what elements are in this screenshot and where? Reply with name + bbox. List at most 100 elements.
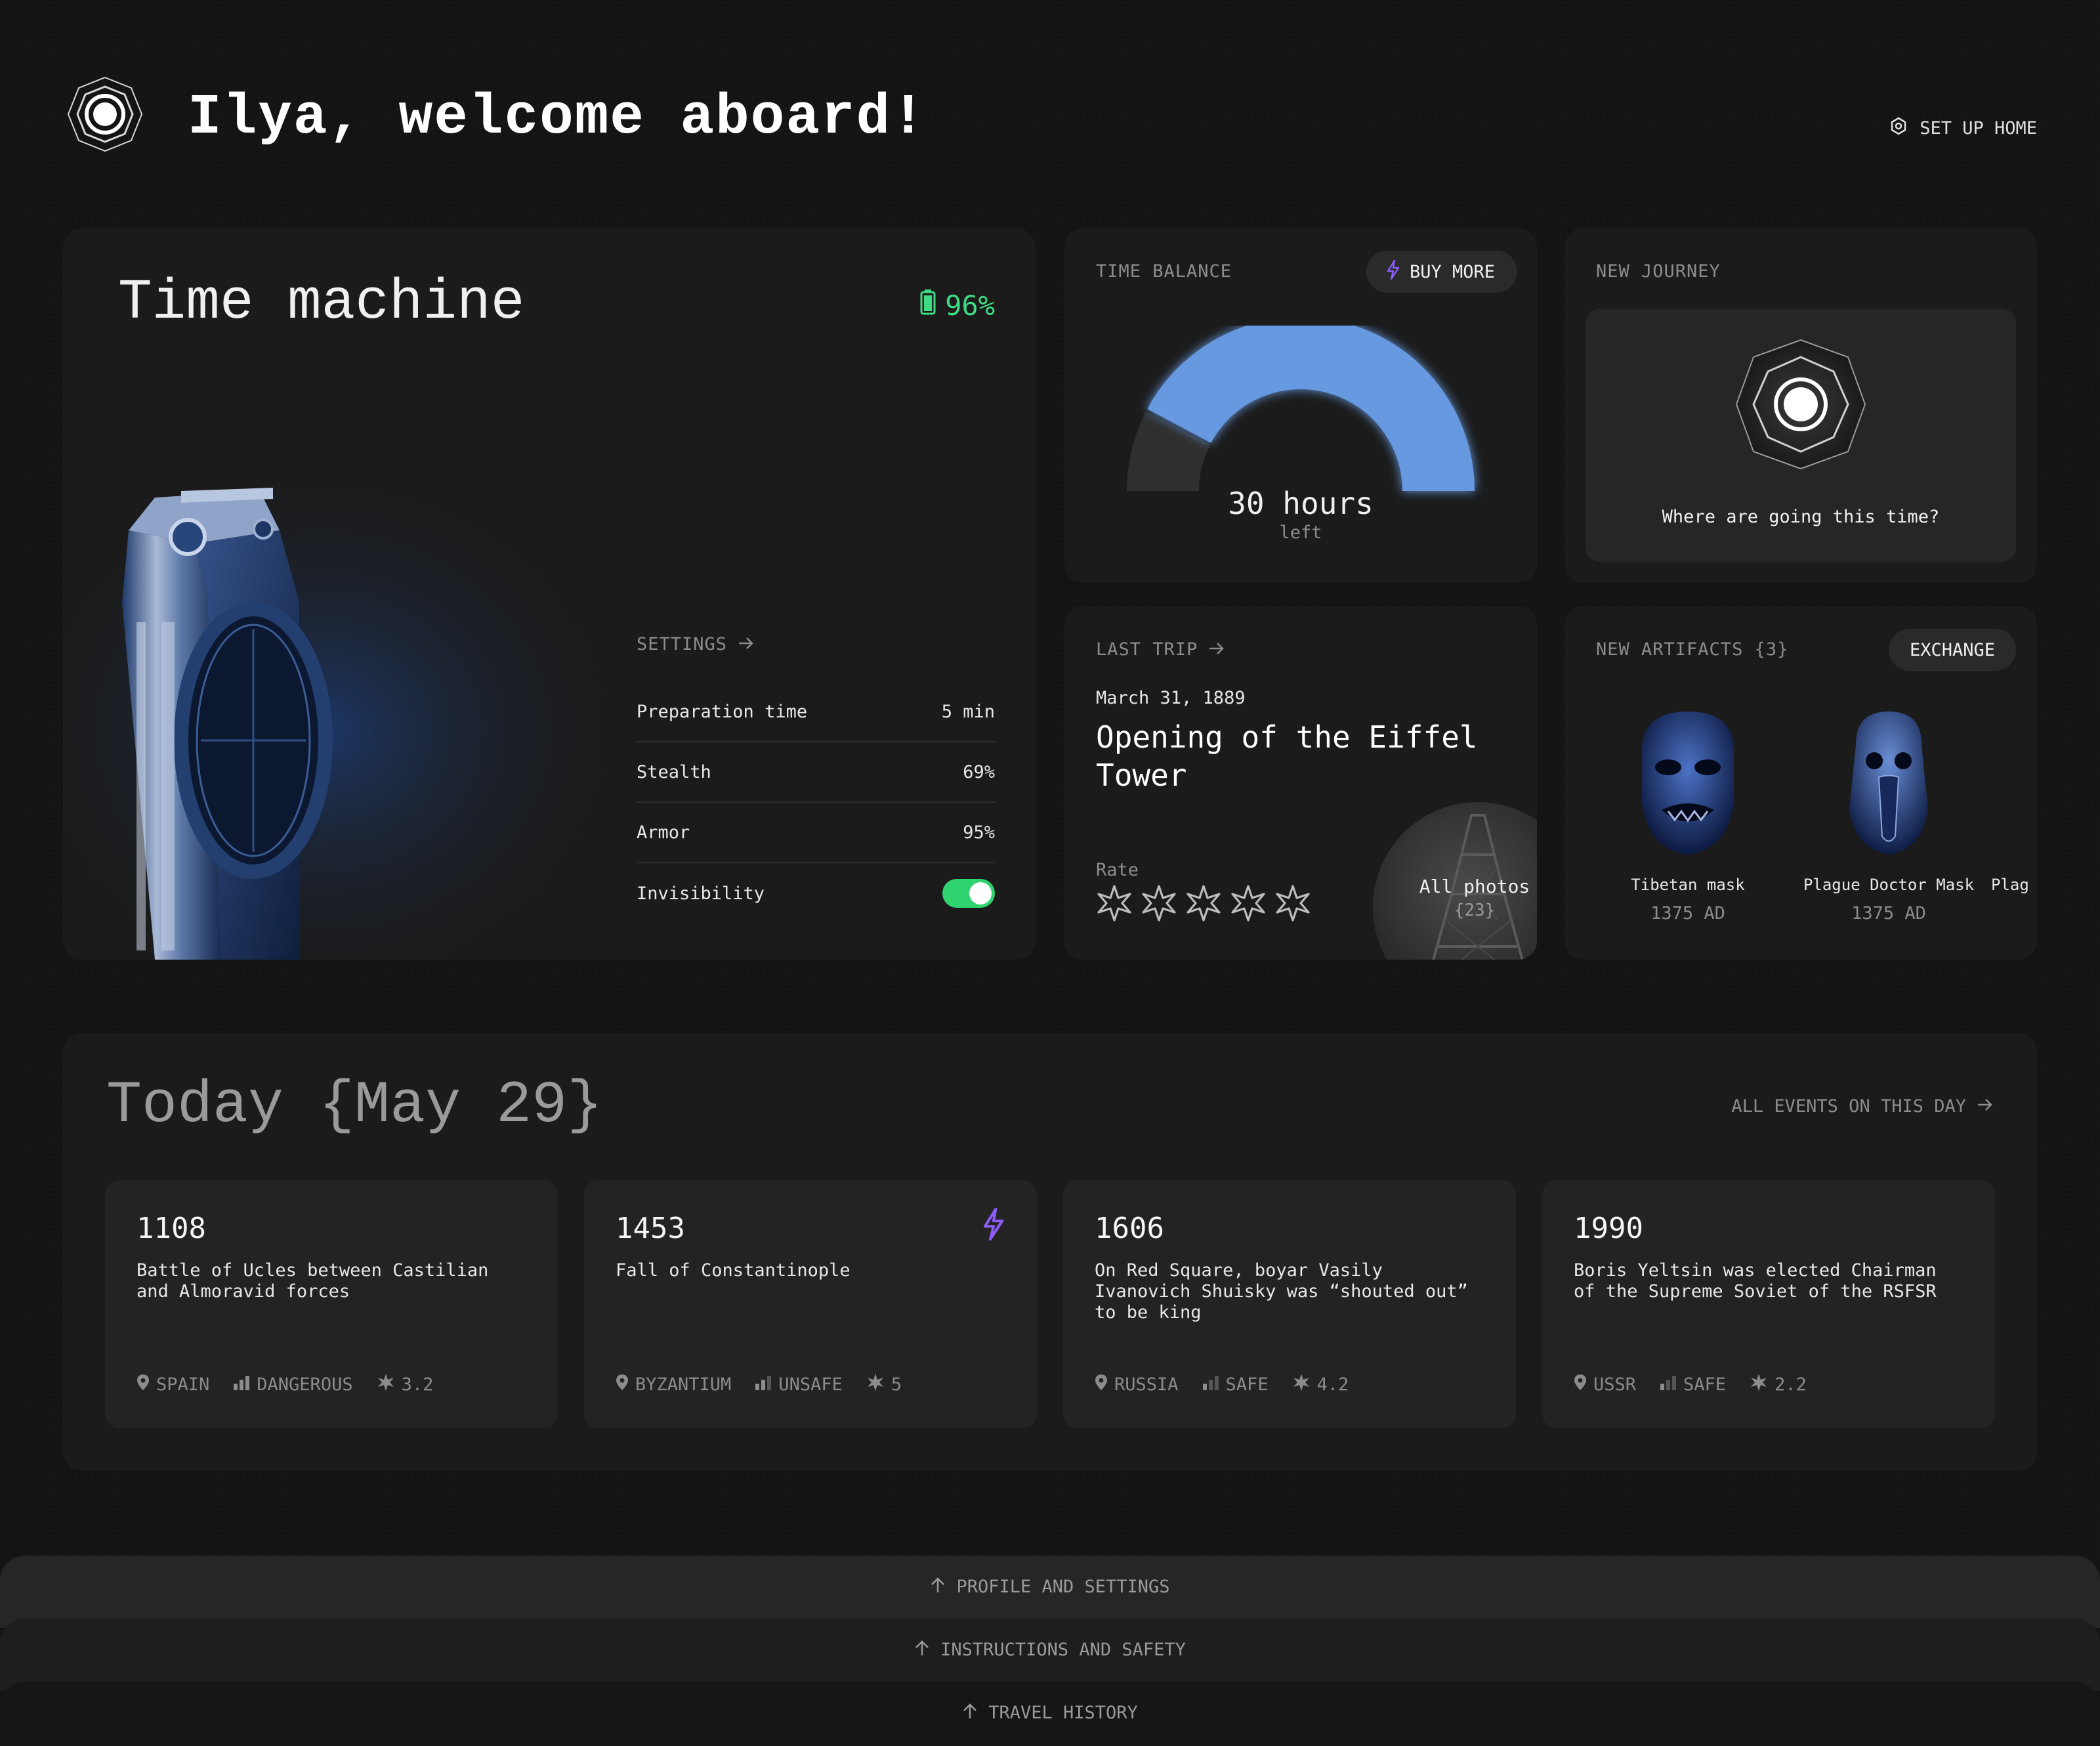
photo-count: {23}: [1454, 901, 1496, 920]
star-icon: [377, 1373, 395, 1396]
settings-link[interactable]: SETTINGS: [637, 634, 995, 654]
rate-star-icon[interactable]: [1096, 885, 1133, 924]
artifact-item-partial[interactable]: Plag: [1991, 712, 2037, 894]
event-year: 1990: [1574, 1212, 1643, 1245]
event-danger: SAFE: [1683, 1374, 1727, 1395]
last-trip-link[interactable]: LAST TRIP: [1096, 639, 1225, 660]
drawer-label: TRAVEL HISTORY: [988, 1703, 1138, 1723]
trip-date: March 31, 1889: [1096, 688, 1246, 708]
event-meta: USSR SAFE 2.2: [1574, 1373, 1807, 1396]
settings-panel: SETTINGS Preparation time 5 min Stealth …: [637, 634, 995, 924]
event-card[interactable]: 1108 Battle of Ucles between Castilian a…: [105, 1180, 558, 1428]
artifact-item[interactable]: Plague Doctor Mask 1375 AD: [1790, 712, 1987, 924]
artifact-name: Plag: [1991, 876, 2029, 894]
setting-value: 95%: [963, 822, 995, 843]
event-description: Boris Yeltsin was elected Chairman of th…: [1574, 1260, 1937, 1302]
journey-prompt: Where are going this time?: [1662, 507, 1940, 527]
event-rating: 2.2: [1774, 1374, 1807, 1395]
setting-row-armor: Armor 95%: [637, 803, 995, 863]
event-card[interactable]: 1453 Fall of Constantinople BYZANTIUM UN…: [584, 1180, 1037, 1428]
event-rating: 4.2: [1316, 1374, 1349, 1395]
event-place: USSR: [1593, 1374, 1637, 1395]
event-meta: SPAIN DANGEROUS 3.2: [136, 1373, 433, 1396]
all-events-label: ALL EVENTS ON THIS DAY: [1731, 1096, 1966, 1117]
location-pin-icon: [136, 1374, 150, 1395]
all-events-link[interactable]: ALL EVENTS ON THIS DAY: [1731, 1096, 1994, 1117]
buy-more-label: BUY MORE: [1409, 261, 1495, 282]
event-meta: RUSSIA SAFE 4.2: [1095, 1373, 1349, 1396]
event-danger: SAFE: [1225, 1374, 1269, 1395]
event-description: Fall of Constantinople: [616, 1260, 850, 1281]
app-logo: [66, 75, 144, 154]
battery-icon: [920, 289, 936, 322]
rate-star-icon[interactable]: [1185, 885, 1222, 924]
setting-label: Stealth: [637, 761, 711, 782]
trip-title: Opening of the Eiffel Tower: [1096, 719, 1478, 793]
time-machine-card: Time machine 96% SETTINGS Preparation ti…: [63, 228, 1036, 960]
buy-more-button[interactable]: BUY MORE: [1366, 251, 1517, 293]
welcome-heading: Ilya, welcome aboard!: [188, 85, 927, 150]
arrow-right-icon: [1208, 641, 1225, 658]
artifact-year: 1375 AD: [1650, 903, 1725, 924]
event-description: Battle of Ucles between Castilian and Al…: [136, 1260, 489, 1302]
bolt-icon: [982, 1208, 1005, 1243]
setting-row-preparation: Preparation time 5 min: [637, 682, 995, 742]
setting-label: Armor: [637, 822, 690, 843]
hours-left-caption: left: [1279, 522, 1322, 543]
event-rating: 3.2: [401, 1374, 434, 1395]
rate-label: Rate: [1096, 860, 1139, 880]
signal-bars-icon: [1202, 1374, 1219, 1395]
start-journey-button[interactable]: Where are going this time?: [1586, 309, 2016, 562]
new-journey-card: NEW JOURNEY Where are going this time?: [1564, 228, 2037, 583]
tibetan-mask-image: [1642, 712, 1734, 855]
plague-doctor-mask-image: [1849, 712, 1928, 855]
bolt-icon: [1386, 259, 1400, 284]
event-place: RUSSIA: [1114, 1374, 1179, 1395]
arrow-up-icon: [962, 1703, 978, 1746]
signal-bars-icon: [755, 1374, 772, 1395]
time-balance-label: TIME BALANCE: [1096, 261, 1232, 282]
time-machine-title: Time machine: [118, 270, 525, 335]
event-card[interactable]: 1990 Boris Yeltsin was elected Chairman …: [1542, 1180, 1995, 1428]
artifact-item[interactable]: Tibetan mask 1375 AD: [1589, 712, 1786, 924]
event-year: 1606: [1095, 1212, 1164, 1245]
setting-value: 5 min: [941, 701, 995, 722]
instructions-safety-drawer[interactable]: INSTRUCTIONS AND SAFETY: [0, 1619, 2100, 1691]
event-rating: 5: [891, 1374, 902, 1395]
setting-label: Preparation time: [637, 701, 808, 722]
last-trip-card: LAST TRIP March 31, 1889 Opening of the …: [1064, 607, 1537, 960]
event-year: 1453: [616, 1212, 685, 1245]
location-pin-icon: [616, 1374, 629, 1395]
set-up-home-label: SET UP HOME: [1920, 118, 2037, 138]
signal-bars-icon: [1660, 1374, 1677, 1395]
rating-stars: [1096, 885, 1311, 924]
rate-star-icon[interactable]: [1141, 885, 1177, 924]
setting-row-invisibility: Invisibility: [637, 863, 995, 924]
setting-row-stealth: Stealth 69%: [637, 742, 995, 803]
event-description: On Red Square, boyar Vasily Ivanovich Sh…: [1095, 1260, 1468, 1323]
rate-star-icon[interactable]: [1274, 885, 1311, 924]
new-artifacts-card: NEW ARTIFACTS {3} EXCHANGE Tibetan mask …: [1564, 607, 2037, 960]
location-pin-icon: [1095, 1374, 1108, 1395]
artifact-name: Tibetan mask: [1631, 876, 1745, 894]
hours-remaining: 30 hours: [1228, 486, 1374, 521]
star-icon: [1750, 1373, 1768, 1396]
battery-status: 96%: [920, 289, 995, 322]
event-danger: DANGEROUS: [257, 1374, 353, 1395]
portal-icon: [1735, 339, 1866, 470]
artifact-name: Plague Doctor Mask: [1803, 876, 1975, 894]
invisibility-toggle[interactable]: [942, 879, 995, 908]
new-journey-label: NEW JOURNEY: [1596, 261, 1721, 282]
event-card[interactable]: 1606 On Red Square, boyar Vasily Ivanovi…: [1063, 1180, 1516, 1428]
set-up-home-button[interactable]: SET UP HOME: [1889, 117, 2037, 140]
rate-star-icon[interactable]: [1230, 885, 1267, 924]
time-machine-image: [63, 452, 640, 960]
exchange-button[interactable]: EXCHANGE: [1888, 629, 2016, 671]
star-icon: [1292, 1373, 1311, 1396]
all-photos-label[interactable]: All photos: [1412, 876, 1537, 897]
time-balance-card: TIME BALANCE BUY MORE 30 hours left: [1064, 228, 1537, 583]
star-icon: [866, 1373, 885, 1396]
profile-settings-drawer[interactable]: PROFILE AND SETTINGS: [0, 1556, 2100, 1628]
travel-history-drawer[interactable]: TRAVEL HISTORY: [0, 1682, 2100, 1746]
arrow-right-icon: [1977, 1096, 1994, 1117]
